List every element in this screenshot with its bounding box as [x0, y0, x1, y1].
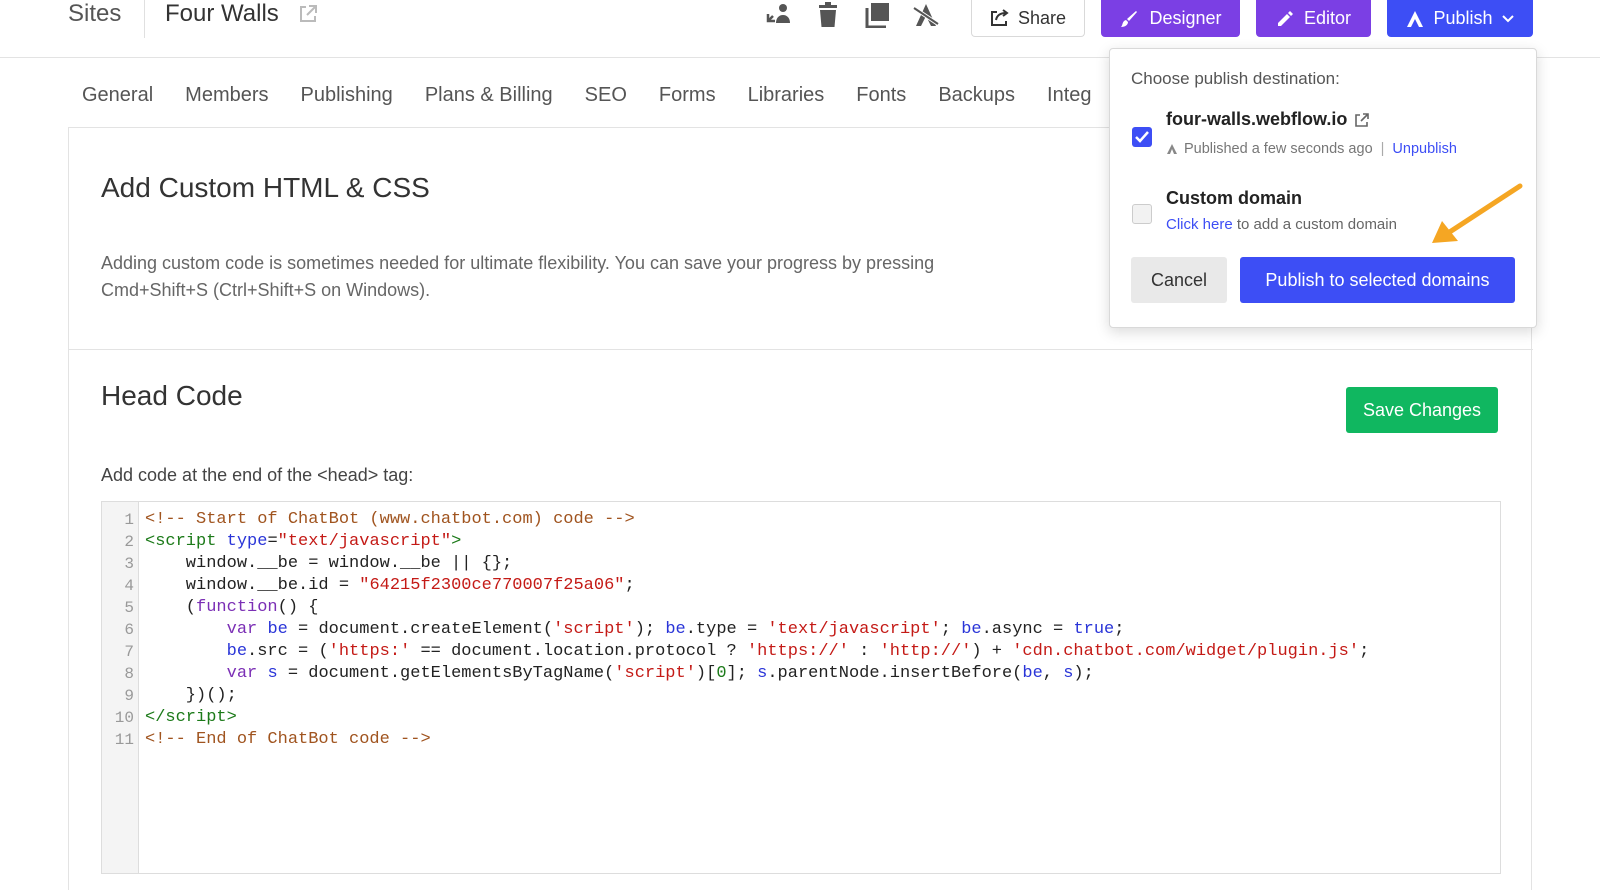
line-number: 1	[124, 511, 134, 529]
head-code-editor[interactable]: 1 <!-- Start of ChatBot (www.chatbot.com)…	[101, 501, 1501, 874]
line-number: 10	[114, 709, 134, 727]
share-label: Share	[1017, 7, 1067, 28]
checkmark-icon	[1135, 131, 1149, 143]
brush-icon	[1121, 10, 1138, 27]
share-icon	[990, 9, 1009, 26]
line-number: 2	[124, 533, 134, 551]
line-number: 7	[124, 643, 134, 661]
tab-members[interactable]: Members	[185, 82, 268, 112]
status-separator: |	[1380, 141, 1385, 157]
line-number: 9	[124, 687, 134, 705]
tab-plans-billing[interactable]: Plans & Billing	[425, 82, 553, 112]
duplicate-icon[interactable]	[862, 0, 892, 30]
tab-libraries[interactable]: Libraries	[748, 82, 825, 112]
share-button[interactable]: Share	[971, 0, 1085, 37]
line-number: 3	[124, 555, 134, 573]
external-link-icon[interactable]	[1354, 112, 1370, 128]
tab-forms[interactable]: Forms	[659, 82, 716, 112]
page-title: Add Custom HTML & CSS	[101, 172, 430, 203]
custom-domain-checkbox[interactable]	[1132, 204, 1152, 224]
publish-button[interactable]: Publish	[1387, 0, 1533, 37]
tab-general[interactable]: General	[82, 82, 153, 112]
editor-label: Editor	[1303, 8, 1352, 28]
external-link-icon[interactable]	[297, 3, 319, 25]
tab-integrations[interactable]: Integ	[1047, 82, 1091, 112]
custom-domain-hint-text: to add a custom domain	[1236, 216, 1397, 233]
annotation-arrow-icon	[1432, 183, 1523, 243]
publish-label: Publish	[1433, 8, 1493, 28]
webflow-domain-name: four-walls.webflow.io	[1166, 109, 1348, 129]
head-code-title: Head Code	[101, 380, 243, 411]
pencil-icon	[1277, 10, 1293, 26]
tab-publishing[interactable]: Publishing	[301, 82, 393, 112]
publish-icon	[1167, 144, 1177, 154]
breadcrumb-site-name[interactable]: Four Walls	[165, 0, 279, 28]
custom-domain-hint: Click here to add a custom domain	[1166, 216, 1397, 233]
publish-destination-heading: Choose publish destination:	[1131, 69, 1340, 88]
head-code-label: Add code at the end of the <head> tag:	[101, 465, 414, 485]
publish-status: Published a few seconds ago | Unpublish	[1166, 141, 1457, 157]
designer-button[interactable]: Designer	[1101, 0, 1240, 37]
breadcrumb-divider	[144, 0, 145, 38]
section-divider	[69, 349, 1533, 350]
custom-domain-title: Custom domain	[1166, 188, 1303, 208]
unpublish-icon[interactable]	[911, 0, 941, 30]
cancel-button[interactable]: Cancel	[1131, 257, 1227, 303]
tab-backups[interactable]: Backups	[938, 82, 1015, 112]
designer-label: Designer	[1149, 8, 1222, 28]
webflow-domain-checkbox[interactable]	[1132, 127, 1152, 147]
chevron-down-icon	[1501, 14, 1514, 22]
editor-button[interactable]: Editor	[1256, 0, 1371, 37]
settings-tabs: General Members Publishing Plans & Billi…	[82, 82, 1124, 112]
breadcrumb-sites[interactable]: Sites	[68, 0, 121, 28]
line-number: 4	[124, 577, 134, 595]
publish-status-text: Published a few seconds ago	[1184, 141, 1373, 157]
add-custom-domain-link[interactable]: Click here	[1166, 216, 1233, 233]
publish-to-selected-button[interactable]: Publish to selected domains	[1240, 257, 1515, 303]
trash-icon[interactable]	[813, 0, 843, 30]
line-number: 11	[114, 731, 134, 749]
tab-fonts[interactable]: Fonts	[856, 82, 906, 112]
publish-icon	[1407, 10, 1424, 27]
save-changes-button[interactable]: Save Changes	[1346, 387, 1498, 433]
page-description: Adding custom code is sometimes needed f…	[101, 253, 935, 300]
unpublish-link[interactable]: Unpublish	[1392, 141, 1457, 157]
transfer-icon[interactable]	[764, 0, 794, 30]
line-number: 5	[124, 599, 134, 617]
tab-seo[interactable]: SEO	[585, 82, 627, 112]
line-number: 8	[124, 665, 134, 683]
line-number: 6	[124, 621, 134, 639]
